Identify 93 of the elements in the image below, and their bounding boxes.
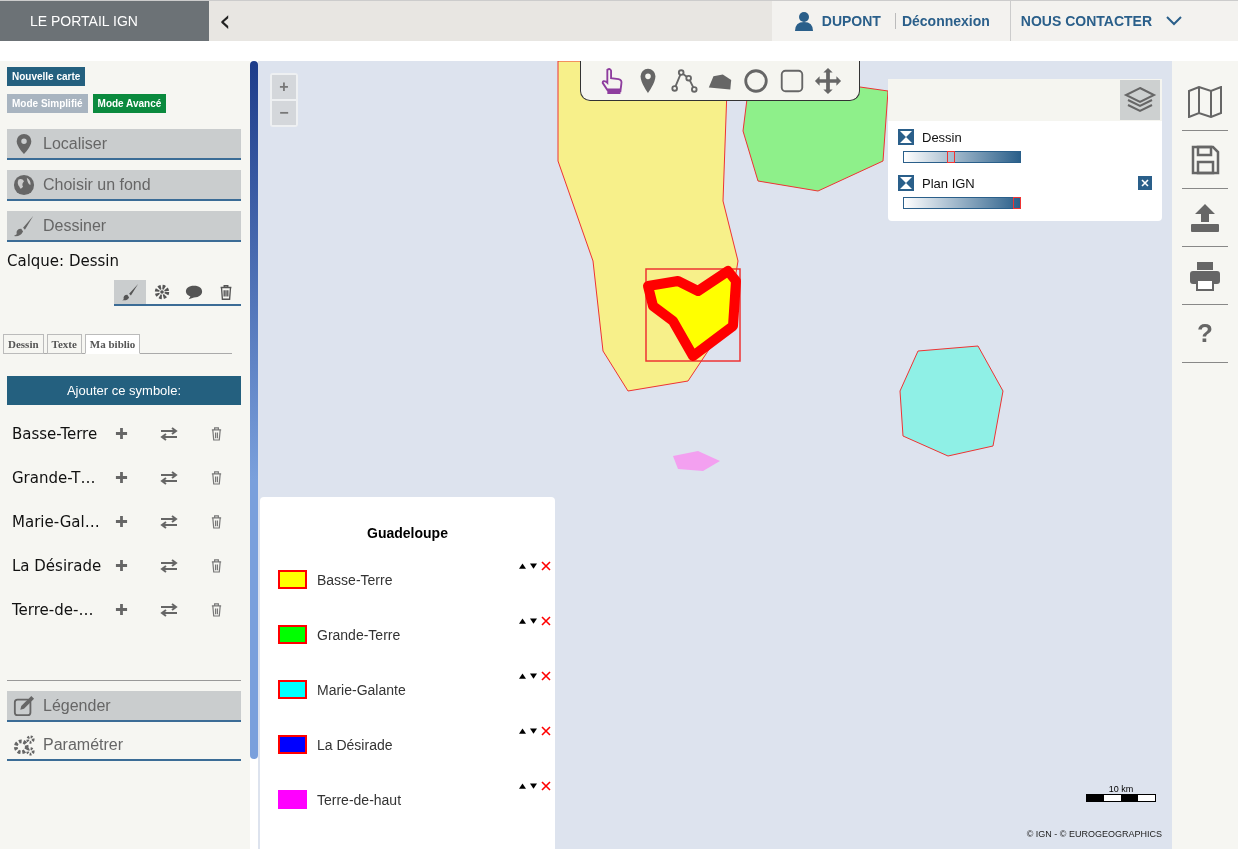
- section-header[interactable]: Légender: [7, 691, 241, 722]
- logout-link[interactable]: Déconnexion: [895, 1, 1011, 41]
- new-map-button[interactable]: Nouvelle carte: [7, 67, 86, 86]
- gear-icon: [153, 283, 171, 301]
- delete-icon[interactable]: [541, 561, 551, 571]
- up-arrow-icon[interactable]: [519, 783, 526, 789]
- tab[interactable]: Dessin: [3, 334, 44, 354]
- slider-thumb[interactable]: [947, 151, 955, 163]
- section-header[interactable]: Choisir un fond: [7, 170, 241, 201]
- legend-label: Marie-Galante: [317, 681, 406, 698]
- layer-name: Dessin: [922, 129, 962, 145]
- section-title: Dessiner: [43, 216, 107, 235]
- up-arrow-icon[interactable]: [519, 728, 526, 734]
- opacity-slider[interactable]: [903, 197, 1021, 209]
- delete-icon[interactable]: [541, 726, 551, 736]
- help-button[interactable]: ?: [1182, 305, 1228, 363]
- tab[interactable]: Texte: [46, 334, 82, 354]
- plus-icon[interactable]: [115, 471, 128, 484]
- plus-icon[interactable]: [115, 603, 128, 616]
- gears-icon: [13, 733, 35, 756]
- globe-icon: [13, 173, 35, 196]
- trash-icon[interactable]: [210, 514, 223, 529]
- section-header[interactable]: Dessiner: [7, 211, 241, 242]
- print-icon: [1187, 259, 1223, 292]
- symbol-name: La Désirade: [12, 556, 103, 575]
- symbol-name: Grande-T…: [12, 468, 97, 487]
- legend-title: Guadeloupe: [366, 525, 449, 541]
- trash-icon[interactable]: [210, 470, 223, 485]
- legend-label: Terre-de-haut: [317, 791, 402, 808]
- move-tool-button[interactable]: [812, 66, 844, 95]
- island-shape: [673, 451, 720, 471]
- zoom-in-button[interactable]: +: [272, 75, 296, 99]
- opacity-slider[interactable]: [903, 151, 1021, 163]
- close-icon[interactable]: [1138, 176, 1152, 190]
- scrollbar[interactable]: [250, 61, 258, 759]
- attribution-text: © IGN - © EUROGEOGRAPHICS: [1026, 829, 1162, 839]
- section-title: Paramétrer: [43, 735, 124, 754]
- layer-label: Calque: Dessin: [7, 252, 120, 270]
- symbol-name: Terre-de-…: [12, 600, 95, 619]
- user-name[interactable]: DUPONT: [821, 13, 896, 29]
- section-header[interactable]: Localiser: [7, 129, 241, 160]
- symbol-name: Marie-Gal…: [12, 512, 101, 531]
- up-arrow-icon[interactable]: [519, 563, 526, 569]
- delete-icon[interactable]: [541, 616, 551, 626]
- layers-icon[interactable]: [1120, 80, 1160, 120]
- layer-name: Plan IGN: [922, 175, 975, 191]
- add-symbol-header: Ajouter ce symbole:: [7, 376, 241, 405]
- swap-icon[interactable]: [160, 602, 178, 617]
- slider-thumb[interactable]: [1013, 197, 1021, 209]
- section-header[interactable]: Paramétrer: [7, 730, 241, 761]
- visibility-icon[interactable]: [898, 175, 914, 191]
- trash-icon[interactable]: [210, 602, 223, 617]
- section-title: Légender: [43, 696, 111, 715]
- down-arrow-icon[interactable]: [530, 728, 537, 734]
- plus-icon[interactable]: [115, 515, 128, 528]
- legend-label: La Désirade: [317, 736, 393, 753]
- up-arrow-icon[interactable]: [519, 673, 526, 679]
- down-arrow-icon[interactable]: [530, 673, 537, 679]
- up-arrow-icon[interactable]: [519, 618, 526, 624]
- swap-icon[interactable]: [160, 514, 178, 529]
- contact-button[interactable]: NOUS CONTACTER: [1010, 13, 1238, 29]
- edit-icon: [13, 694, 35, 717]
- swap-icon[interactable]: [160, 426, 178, 441]
- zoom-out-button[interactable]: −: [272, 101, 296, 125]
- visibility-icon[interactable]: [898, 129, 914, 145]
- down-arrow-icon[interactable]: [530, 783, 537, 789]
- swap-icon[interactable]: [160, 470, 178, 485]
- line-tool-button[interactable]: [668, 66, 700, 95]
- section-title: Localiser: [43, 134, 108, 153]
- swap-icon[interactable]: [160, 558, 178, 573]
- down-arrow-icon[interactable]: [530, 563, 537, 569]
- scale-label: 10 km: [1108, 784, 1134, 794]
- scale-bar: [1086, 794, 1156, 802]
- user-icon: [793, 11, 814, 31]
- brand-title[interactable]: LE PORTAIL IGN: [0, 1, 209, 41]
- delete-icon[interactable]: [541, 781, 551, 791]
- legend-label: Grande-Terre: [317, 626, 401, 643]
- tab[interactable]: Ma biblio: [84, 334, 141, 354]
- mode-button[interactable]: Mode Avancé: [92, 94, 167, 113]
- legend-label: Basse-Terre: [317, 571, 393, 588]
- trash-icon[interactable]: [210, 426, 223, 441]
- plus-icon[interactable]: [115, 427, 128, 440]
- trash-icon[interactable]: [210, 558, 223, 573]
- delete-icon[interactable]: [541, 671, 551, 681]
- down-arrow-icon[interactable]: [530, 618, 537, 624]
- section-title: Choisir un fond: [43, 175, 151, 194]
- map-icon: [1187, 85, 1223, 118]
- chevron-down-icon: [1166, 16, 1182, 26]
- comment-icon: [185, 283, 203, 301]
- symbol-name: Basse-Terre: [12, 424, 99, 443]
- brush-tool-button[interactable]: [114, 280, 146, 304]
- plus-icon[interactable]: [115, 559, 128, 572]
- collapse-button[interactable]: ‹: [209, 1, 241, 41]
